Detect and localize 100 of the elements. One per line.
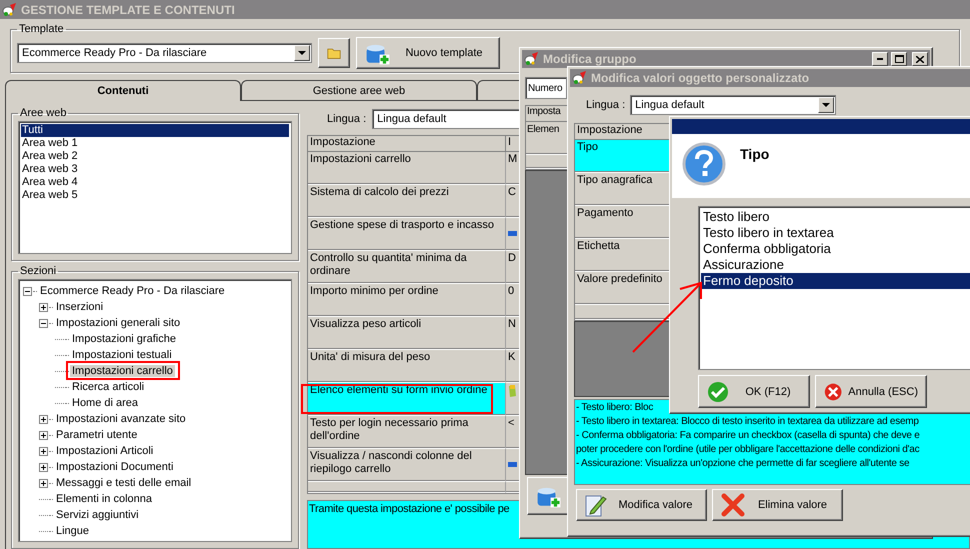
list-item[interactable]: Testo libero (701, 209, 970, 225)
tree-item[interactable]: Impostazioni carrello (70, 365, 175, 377)
tree-item[interactable]: Servizi aggiuntivi (54, 509, 141, 521)
app-icon (2, 2, 18, 16)
list-item[interactable]: Area web 5 (21, 189, 289, 202)
app-icon (524, 52, 540, 66)
close-icon (916, 56, 924, 62)
question-icon (682, 142, 726, 186)
setting-value: < (508, 417, 514, 429)
setting-cell[interactable]: Importo minimo per ordine (308, 284, 506, 317)
close-button[interactable] (912, 52, 928, 66)
expand-icon[interactable] (39, 430, 48, 440)
expand-icon[interactable] (39, 414, 48, 424)
tree-item[interactable]: Impostazioni Documenti (54, 461, 176, 473)
maximize-button[interactable] (891, 52, 907, 66)
setting-cell[interactable]: Elemen (526, 122, 568, 155)
ok-button[interactable]: OK (F12) (698, 375, 810, 408)
tree-item[interactable]: Ricerca articoli (70, 381, 146, 393)
collapse-icon[interactable] (39, 318, 48, 328)
tab[interactable]: Gestione aree web (241, 80, 477, 101)
expand-icon[interactable] (39, 478, 48, 488)
expand-icon[interactable] (39, 446, 48, 456)
column-header: Impostazione (575, 124, 671, 140)
caret-icon (822, 103, 830, 107)
setting-value: K (508, 351, 516, 363)
list-item[interactable]: Fermo deposito (701, 273, 970, 289)
list-item[interactable]: Area web 4 (21, 176, 289, 189)
dialog-title: Modifica gruppo (543, 52, 638, 66)
cancel-button[interactable]: Annulla (ESC) (815, 375, 927, 408)
description-line: - Testo libero: Bloc (576, 401, 654, 415)
delete-icon (721, 493, 745, 517)
description-line: - Testo libero in textarea: Blocco di testo inserito in textarea da utilizzare ad esemp (576, 415, 920, 429)
dialog-title: Modifica valori oggetto personalizzato (591, 71, 810, 85)
group-label: Aree web (19, 107, 68, 119)
tree-item[interactable]: Lingue (54, 525, 92, 537)
setting-cell[interactable]: Controllo su quantita' minima da ordinare (308, 251, 506, 284)
check-icon (707, 380, 729, 402)
app-icon (572, 71, 588, 85)
delete-value-button[interactable]: Elimina valore (712, 489, 843, 521)
edit-icon (508, 384, 517, 398)
minimize-button[interactable] (872, 52, 888, 66)
bar-icon (508, 462, 517, 467)
setting-cell[interactable]: Valore predefinito (575, 272, 671, 305)
expand-icon[interactable] (39, 462, 48, 472)
list-item[interactable]: Tutti (21, 124, 289, 137)
list-item[interactable]: Testo libero in textarea (701, 225, 970, 241)
tree-item[interactable]: Impostazioni avanzate sito (54, 413, 188, 425)
caret-icon (298, 51, 306, 55)
column-header: Imposta (526, 106, 568, 122)
group-label: Sezioni (19, 265, 58, 277)
setting-cell[interactable]: Impostazioni carrello (308, 152, 506, 185)
setting-cell[interactable]: Sistema di calcolo dei prezzi (308, 185, 506, 218)
list-item[interactable]: Assicurazione (701, 257, 970, 273)
description-line: poter procedere con l'ordine (utile per obbligare l'accettazione delle condizioni d'ac (576, 443, 920, 457)
tree-item[interactable]: Impostazioni grafiche (70, 333, 178, 345)
window-title: GESTIONE TEMPLATE E CONTENUTI (21, 2, 235, 16)
open-folder-button[interactable] (318, 38, 350, 68)
column-header: Impostazione (308, 136, 506, 152)
edit-document-icon (585, 493, 607, 517)
template-dropdown[interactable]: Ecommerce Ready Pro - Da rilasciare (17, 43, 312, 63)
setting-cell[interactable]: Tipo (575, 140, 671, 173)
setting-cell[interactable]: Unita' di misura del peso (308, 350, 506, 383)
setting-cell[interactable]: Tipo anagrafica (575, 173, 671, 206)
tree-item[interactable]: Ecommerce Ready Pro - Da rilasciare (38, 285, 227, 297)
tree-item[interactable]: Impostazioni generali sito (54, 317, 182, 329)
edit-value-button[interactable]: Modifica valore (576, 489, 707, 521)
collapse-icon[interactable] (23, 286, 32, 296)
setting-cell[interactable]: Testo per login necessario prima dell'ordine (308, 416, 506, 449)
list-item[interactable]: Conferma obbligatoria (701, 241, 970, 257)
setting-cell[interactable]: Visualizza / nascondi colonne del riepilogo carrello (308, 449, 506, 482)
tree-item[interactable]: Inserzioni (54, 301, 106, 313)
tree-item[interactable]: Home di area (70, 397, 140, 409)
setting-value: M (508, 153, 518, 165)
list-item[interactable]: Area web 1 (21, 137, 289, 150)
list-item[interactable]: Area web 3 (21, 163, 289, 176)
number-field[interactable]: Numero (525, 77, 567, 99)
setting-cell[interactable]: Pagamento (575, 206, 671, 239)
dialog-heading: Tipo (740, 146, 770, 162)
description-line: - Assicurazione: Visualizza un'opzione che permette di far scegliere all'utente se (576, 457, 910, 471)
tree-item[interactable]: Impostazioni Articoli (54, 445, 156, 457)
group-label: Template (18, 23, 65, 35)
setting-value: C (508, 186, 516, 198)
cancel-icon (824, 380, 842, 402)
setting-cell[interactable]: Visualizza peso articoli (308, 317, 506, 350)
setting-value: 0 (508, 285, 514, 297)
tree-item[interactable]: Impostazioni testuali (70, 349, 174, 361)
setting-cell[interactable]: Gestione spese di trasporto e incasso (308, 218, 506, 251)
language-dropdown[interactable]: Lingua default (630, 95, 836, 115)
tree-item[interactable]: Parametri utente (54, 429, 140, 441)
maximize-icon (894, 55, 904, 63)
tree-item[interactable]: Elementi in colonna (54, 493, 154, 505)
tab[interactable]: Contenuti (5, 80, 241, 101)
expand-icon[interactable] (39, 302, 48, 312)
description-line: - Conferma obbligatoria: Fa comparire un checkbox (casella di spunta) che deve e (576, 429, 921, 443)
setting-value: D (508, 252, 516, 264)
setting-cell[interactable]: Etichetta (575, 239, 671, 272)
list-item[interactable]: Area web 2 (21, 150, 289, 163)
minimize-icon (877, 58, 883, 60)
new-template-button[interactable]: Nuovo template (356, 37, 500, 69)
tree-item[interactable]: Messaggi e testi delle email (54, 477, 194, 489)
